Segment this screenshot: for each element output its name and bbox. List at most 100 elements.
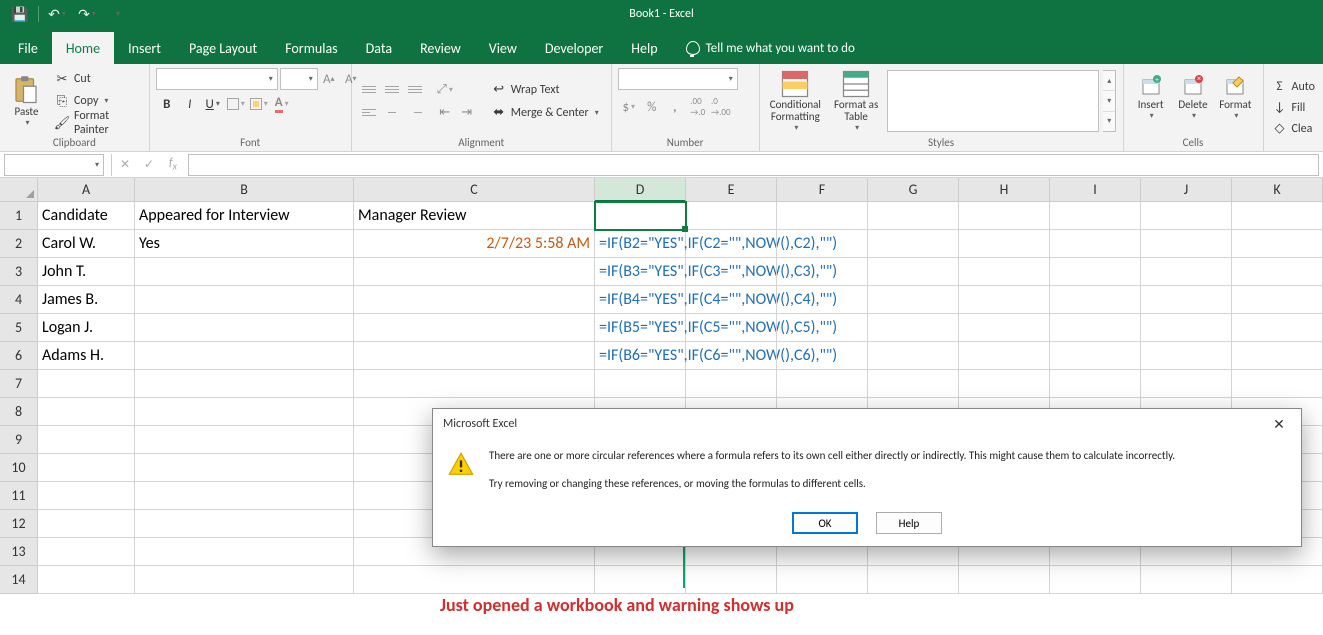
cell-H6[interactable] — [959, 342, 1050, 370]
tab-view[interactable]: View — [475, 32, 531, 64]
cell-I14[interactable] — [1050, 566, 1141, 594]
cell-E1[interactable] — [686, 202, 777, 230]
cancel-formula-button[interactable]: ✕ — [114, 154, 136, 176]
cell-A13[interactable] — [38, 538, 135, 566]
row-head-1[interactable]: 1 — [0, 202, 38, 230]
cell-A11[interactable] — [38, 482, 135, 510]
autosum-button[interactable]: ΣAuto — [1270, 77, 1317, 97]
col-head-C[interactable]: C — [354, 178, 595, 202]
col-head-E[interactable]: E — [686, 178, 777, 202]
row-head-9[interactable]: 9 — [0, 426, 38, 454]
gallery-more-button[interactable]: ▾ — [1103, 112, 1116, 131]
row-head-7[interactable]: 7 — [0, 370, 38, 398]
cell-B6[interactable] — [135, 342, 354, 370]
cell-K3[interactable] — [1232, 258, 1323, 286]
dialog-ok-button[interactable]: OK — [792, 512, 858, 534]
font-name-combo[interactable]: ▾ — [156, 68, 278, 90]
align-center-button[interactable] — [381, 102, 403, 124]
cell-A5[interactable]: Logan J. — [38, 314, 135, 342]
tab-help[interactable]: Help — [617, 32, 671, 64]
cell-B2[interactable]: Yes — [135, 230, 354, 258]
row-head-11[interactable]: 11 — [0, 482, 38, 510]
cell-A6[interactable]: Adams H. — [38, 342, 135, 370]
cell-G14[interactable] — [868, 566, 959, 594]
cell-D2[interactable]: =IF(B2="YES",IF(C2="",NOW(),C2),"") — [595, 230, 686, 258]
col-head-A[interactable]: A — [38, 178, 135, 202]
cell-G7[interactable] — [868, 370, 959, 398]
col-head-I[interactable]: I — [1050, 178, 1141, 202]
cell-H1[interactable] — [959, 202, 1050, 230]
col-head-K[interactable]: K — [1232, 178, 1323, 202]
wrap-text-button[interactable]: ↩Wrap Text — [488, 79, 602, 101]
cell-G1[interactable] — [868, 202, 959, 230]
row-head-6[interactable]: 6 — [0, 342, 38, 370]
row-head-4[interactable]: 4 — [0, 286, 38, 314]
cell-H2[interactable] — [959, 230, 1050, 258]
font-color-button[interactable]: A▾ — [271, 93, 293, 115]
cell-D4[interactable]: =IF(B4="YES",IF(C4="",NOW(),C4),"") — [595, 286, 686, 314]
fill-button[interactable]: ↓Fill — [1270, 98, 1317, 118]
cell-F4[interactable] — [777, 286, 868, 314]
align-left-button[interactable] — [358, 102, 380, 124]
cell-A4[interactable]: James B. — [38, 286, 135, 314]
align-bottom-button[interactable] — [404, 79, 426, 101]
cell-J3[interactable] — [1141, 258, 1232, 286]
row-head-12[interactable]: 12 — [0, 510, 38, 538]
copy-button[interactable]: ⎘Copy▾ — [51, 91, 143, 111]
cell-J4[interactable] — [1141, 286, 1232, 314]
delete-cells-button[interactable]: × Delete▾ — [1172, 68, 1214, 134]
clear-button[interactable]: ◇Clea — [1270, 119, 1317, 139]
cell-C5[interactable] — [354, 314, 595, 342]
cell-B8[interactable] — [135, 398, 354, 426]
cell-A9[interactable] — [38, 426, 135, 454]
cell-D1[interactable] — [595, 202, 686, 230]
row-head-3[interactable]: 3 — [0, 258, 38, 286]
cell-C6[interactable] — [354, 342, 595, 370]
paste-button[interactable]: Paste ▾ — [6, 68, 47, 134]
cell-J2[interactable] — [1141, 230, 1232, 258]
increase-indent-button[interactable]: ⇥ — [456, 102, 478, 124]
dialog-help-button[interactable]: Help — [876, 512, 942, 534]
cell-F2[interactable] — [777, 230, 868, 258]
increase-font-button[interactable]: A▴ — [318, 68, 340, 90]
number-format-combo[interactable]: ▾ — [618, 68, 738, 90]
cell-C2[interactable]: 2/7/23 5:58 AM — [354, 230, 595, 258]
cell-I1[interactable] — [1050, 202, 1141, 230]
align-middle-button[interactable] — [381, 79, 403, 101]
cell-D3[interactable]: =IF(B3="YES",IF(C3="",NOW(),C3),"") — [595, 258, 686, 286]
cell-E5[interactable] — [686, 314, 777, 342]
format-as-table-button[interactable]: Format as Table▾ — [829, 68, 883, 134]
align-top-button[interactable] — [358, 79, 380, 101]
cell-K7[interactable] — [1232, 370, 1323, 398]
col-head-F[interactable]: F — [777, 178, 868, 202]
tab-page-layout[interactable]: Page Layout — [175, 32, 271, 64]
fx-button[interactable]: fx — [162, 154, 184, 176]
col-head-H[interactable]: H — [959, 178, 1050, 202]
cell-A7[interactable] — [38, 370, 135, 398]
row-head-13[interactable]: 13 — [0, 538, 38, 566]
cell-J1[interactable] — [1141, 202, 1232, 230]
cell-A12[interactable] — [38, 510, 135, 538]
tab-review[interactable]: Review — [406, 32, 475, 64]
cell-H3[interactable] — [959, 258, 1050, 286]
cell-D7[interactable] — [595, 370, 686, 398]
merge-center-button[interactable]: ⬌Merge & Center▾ — [488, 102, 602, 124]
cell-C3[interactable] — [354, 258, 595, 286]
namebox-grip[interactable] — [106, 154, 112, 176]
conditional-formatting-button[interactable]: Conditional Formatting▾ — [766, 68, 826, 134]
cell-I3[interactable] — [1050, 258, 1141, 286]
percent-button[interactable]: % — [641, 96, 663, 118]
redo-button[interactable]: ↷▾ — [75, 3, 99, 25]
cell-F6[interactable] — [777, 342, 868, 370]
col-head-J[interactable]: J — [1141, 178, 1232, 202]
cell-E14[interactable] — [686, 566, 777, 594]
cell-B9[interactable] — [135, 426, 354, 454]
cell-D14[interactable] — [595, 566, 686, 594]
tab-data[interactable]: Data — [352, 32, 406, 64]
tab-formulas[interactable]: Formulas — [271, 32, 351, 64]
cell-K2[interactable] — [1232, 230, 1323, 258]
cell-H4[interactable] — [959, 286, 1050, 314]
italic-button[interactable]: I — [179, 93, 201, 115]
cell-E2[interactable] — [686, 230, 777, 258]
accounting-button[interactable]: $▾ — [618, 96, 640, 118]
